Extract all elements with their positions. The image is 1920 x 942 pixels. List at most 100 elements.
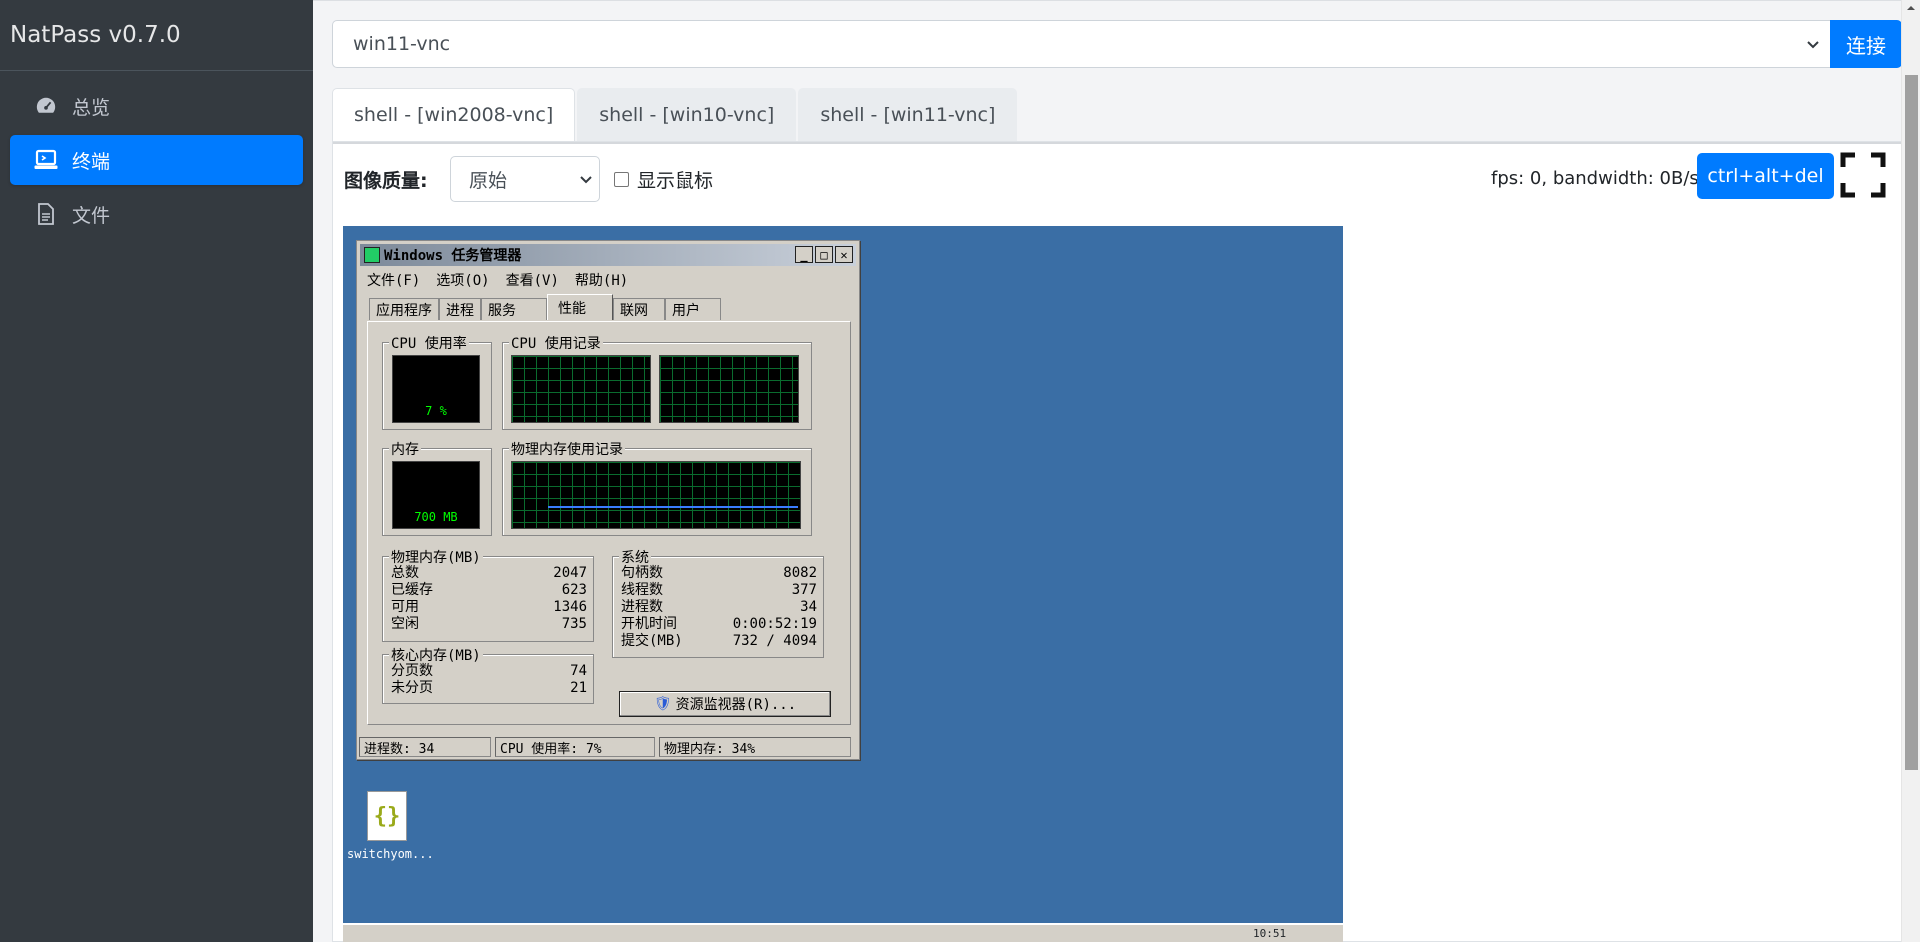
ctrl-alt-del-button[interactable]: ctrl+alt+del bbox=[1697, 153, 1834, 199]
performance-panel: CPU 使用率 7 % CPU 使用记录 内存 700 MB 物理内存使用记录 … bbox=[367, 321, 851, 725]
status-memory: 物理内存: 34% bbox=[659, 737, 851, 757]
kv-value: 732 / 4094 bbox=[732, 633, 817, 649]
minimize-icon[interactable]: _ bbox=[795, 246, 813, 263]
quality-select[interactable]: 原始 bbox=[450, 156, 600, 202]
fps-readout: fps: 0, bandwidth: 0B/s bbox=[1491, 168, 1699, 189]
card-top-border bbox=[333, 142, 1901, 144]
remote-taskbar[interactable]: 10:51 bbox=[343, 923, 1343, 942]
tm-tab-users[interactable]: 用户 bbox=[665, 298, 721, 320]
memory-title: 内存 bbox=[389, 439, 421, 459]
window-buttons: _ □ ✕ bbox=[793, 246, 853, 263]
scroll-thumb[interactable] bbox=[1905, 75, 1918, 770]
memory-history-line bbox=[548, 506, 798, 508]
maximize-icon[interactable]: □ bbox=[815, 246, 833, 263]
sidebar-item-overview[interactable]: 总览 bbox=[10, 81, 303, 131]
show-cursor-checkbox[interactable]: 显示鼠标 bbox=[614, 166, 713, 193]
app-root: NatPass v0.7.0 总览 终端 文件 win11-vnc 连接 she… bbox=[0, 0, 1920, 942]
sidebar-item-label: 文件 bbox=[72, 204, 111, 227]
host-select-value: win11-vnc bbox=[353, 33, 451, 55]
menu-view[interactable]: 查看(V) bbox=[506, 270, 559, 290]
tm-tab-apps[interactable]: 应用程序 bbox=[369, 298, 439, 320]
memory-meter: 700 MB bbox=[392, 461, 480, 529]
close-icon[interactable]: ✕ bbox=[835, 246, 853, 263]
quality-select-value: 原始 bbox=[469, 169, 508, 192]
kv-value: 1346 bbox=[553, 599, 587, 615]
kv-row: 分页数 74 bbox=[391, 663, 587, 680]
kv-row: 开机时间 0:00:52:19 bbox=[621, 616, 817, 633]
kv-value: 377 bbox=[791, 582, 817, 598]
kv-value: 21 bbox=[570, 680, 587, 696]
tab-win2008-vnc[interactable]: shell - [win2008-vnc] bbox=[332, 88, 576, 142]
fullscreen-icon[interactable] bbox=[1840, 152, 1886, 198]
brand-title[interactable]: NatPass v0.7.0 bbox=[0, 0, 313, 71]
vnc-screen[interactable]: Windows 任务管理器 _ □ ✕ 文件(F) 选项(O) 查看(V) 帮助… bbox=[343, 226, 1343, 942]
kv-row: 总数 2047 bbox=[391, 565, 587, 582]
scroll-up-icon[interactable] bbox=[1906, 3, 1916, 13]
kv-value: 8082 bbox=[783, 565, 817, 581]
task-manager-window[interactable]: Windows 任务管理器 _ □ ✕ 文件(F) 选项(O) 查看(V) 帮助… bbox=[356, 240, 860, 760]
system-list: 句柄数 8082 线程数 377 进程数 34 开机时间 0:00:52:19 提交(M… bbox=[621, 565, 817, 650]
checkbox-box[interactable] bbox=[614, 172, 629, 187]
menu-file[interactable]: 文件(F) bbox=[367, 270, 420, 290]
kv-key: 进程数 bbox=[621, 599, 663, 615]
kv-value: 735 bbox=[561, 616, 587, 632]
tab-win10-vnc[interactable]: shell - [win10-vnc] bbox=[577, 88, 797, 142]
menu-options[interactable]: 选项(O) bbox=[436, 270, 489, 290]
kv-value: 2047 bbox=[553, 565, 587, 581]
kv-value: 623 bbox=[561, 582, 587, 598]
show-cursor-label: 显示鼠标 bbox=[637, 170, 714, 192]
shield-icon: 🛡 bbox=[653, 696, 672, 712]
vnc-toolbar: 图像质量: 原始 显示鼠标 fps: 0, bandwidth: 0B/s ct… bbox=[344, 152, 1894, 202]
host-select[interactable]: win11-vnc bbox=[332, 20, 1830, 68]
tm-tab-services[interactable]: 服务 bbox=[481, 298, 547, 320]
task-manager-titlebar[interactable]: Windows 任务管理器 _ □ ✕ bbox=[360, 244, 856, 266]
kernel-memory-list: 分页数 74 未分页 21 bbox=[391, 663, 587, 697]
task-manager-statusbar: 进程数: 34 CPU 使用率: 7% 物理内存: 34% bbox=[359, 737, 857, 757]
kv-key: 开机时间 bbox=[621, 616, 677, 632]
taskbar-clock: 10:51 bbox=[1253, 927, 1287, 940]
gauge-icon bbox=[34, 94, 58, 118]
quality-label: 图像质量: bbox=[344, 170, 428, 192]
kv-value: 0:00:52:19 bbox=[732, 616, 817, 632]
chevron-down-icon bbox=[1807, 41, 1819, 49]
sidebar-item-terminal[interactable]: 终端 bbox=[10, 135, 303, 185]
page-scrollbar[interactable] bbox=[1901, 0, 1920, 942]
resource-monitor-label: 资源监视器(R)... bbox=[675, 697, 797, 713]
status-cpu: CPU 使用率: 7% bbox=[495, 737, 655, 757]
terminal-card: 图像质量: 原始 显示鼠标 fps: 0, bandwidth: 0B/s ct… bbox=[332, 141, 1902, 942]
memory-value: 700 MB bbox=[414, 510, 458, 524]
sidebar-item-label: 总览 bbox=[72, 96, 111, 119]
kv-row: 已缓存 623 bbox=[391, 582, 587, 599]
sidebar-item-files[interactable]: 文件 bbox=[10, 189, 303, 239]
kv-key: 线程数 bbox=[621, 582, 663, 598]
connect-button[interactable]: 连接 bbox=[1830, 20, 1902, 68]
cpu-history-graph-1 bbox=[511, 355, 651, 423]
sidebar: NatPass v0.7.0 总览 终端 文件 bbox=[0, 0, 313, 942]
desktop-icon-switchyomega[interactable]: {} switchyom... bbox=[347, 791, 434, 861]
tab-win11-vnc[interactable]: shell - [win11-vnc] bbox=[798, 88, 1018, 142]
sidebar-nav: 总览 终端 文件 bbox=[0, 71, 313, 253]
system-group: 系统 句柄数 8082 线程数 377 进程数 34 开机时间 0:00:52:19 提… bbox=[612, 547, 824, 658]
kv-key: 已缓存 bbox=[391, 582, 433, 598]
cpu-history-graph-2 bbox=[659, 355, 799, 423]
sidebar-item-label: 终端 bbox=[72, 150, 111, 173]
file-icon bbox=[34, 202, 58, 226]
task-manager-title: Windows 任务管理器 bbox=[384, 248, 522, 264]
kv-key: 可用 bbox=[391, 599, 419, 615]
kv-key: 提交(MB) bbox=[621, 633, 683, 649]
task-manager-menu: 文件(F) 选项(O) 查看(V) 帮助(H) bbox=[367, 270, 644, 290]
connect-bar: win11-vnc 连接 bbox=[332, 20, 1902, 68]
top-divider bbox=[313, 0, 1901, 1]
kv-row: 进程数 34 bbox=[621, 599, 817, 616]
system-title: 系统 bbox=[619, 547, 651, 567]
resource-monitor-button[interactable]: 🛡 资源监视器(R)... bbox=[619, 691, 831, 717]
memory-history-title: 物理内存使用记录 bbox=[509, 439, 625, 459]
tm-tab-networking[interactable]: 联网 bbox=[613, 298, 665, 320]
laptop-icon bbox=[34, 148, 58, 172]
chevron-down-icon bbox=[580, 176, 592, 184]
tm-tab-processes[interactable]: 进程 bbox=[439, 298, 481, 320]
status-processes: 进程数: 34 bbox=[359, 737, 491, 757]
tm-tab-performance[interactable]: 性能 bbox=[547, 294, 613, 320]
cpu-history-group: CPU 使用记录 bbox=[502, 333, 812, 430]
menu-help[interactable]: 帮助(H) bbox=[575, 270, 628, 290]
